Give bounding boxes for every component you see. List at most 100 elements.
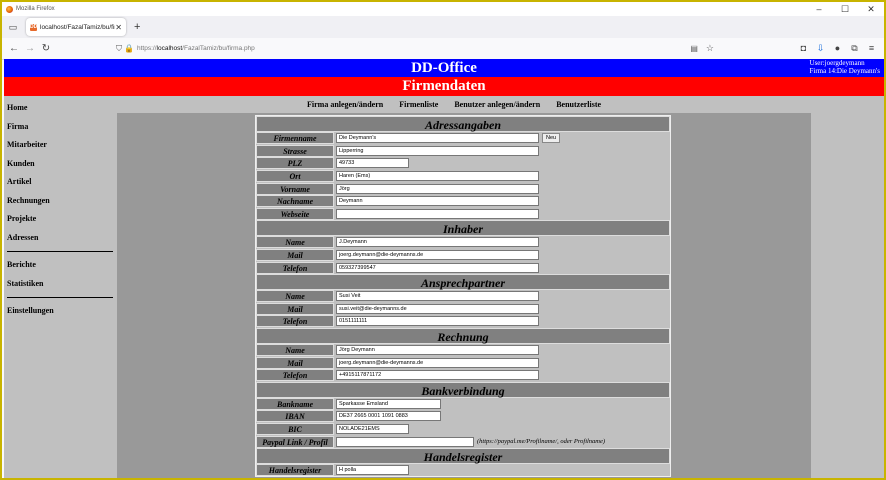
inhaber-telefon-label: Telefon	[256, 261, 334, 274]
lock-icon[interactable]: 🔒	[124, 44, 134, 53]
tab-title: localhost/FazalTamiz/bu/firma	[40, 23, 115, 31]
new-tab-icon[interactable]: +	[134, 21, 140, 33]
bic-input[interactable]: NOLADE21EMS	[336, 423, 409, 434]
forward-icon[interactable]: →	[22, 43, 38, 54]
neu-button[interactable]: Neu	[542, 133, 561, 144]
ansprech-name-label: Name	[256, 290, 334, 303]
bankname-input[interactable]: Sparkasse Emsland	[336, 398, 441, 409]
inhaber-name-input[interactable]: J.Deymann	[336, 237, 539, 248]
navigation-bar: ← → ↻ ⛉ 🔒 https://localhost/FazalTamiz/b…	[2, 38, 884, 60]
sidebar-item-firma[interactable]: Firma	[4, 118, 115, 137]
bookmark-star-icon[interactable]: ☆	[706, 43, 714, 54]
minimize-icon[interactable]: –	[806, 4, 832, 15]
menu-icon[interactable]: ≡	[863, 43, 880, 54]
maximize-icon[interactable]: ☐	[832, 4, 858, 15]
webseite-input[interactable]	[336, 208, 539, 219]
ansprech-name-input[interactable]: Susi Veit	[336, 291, 539, 302]
paypal-label: Paypal Link / Profil	[256, 435, 334, 448]
extensions-icon[interactable]: ⧉	[846, 43, 863, 54]
sidebar: Home Firma Mitarbeiter Kunden Artikel Re…	[4, 96, 115, 478]
inhaber-name-label: Name	[256, 236, 334, 249]
iban-input[interactable]: DE37 2665 0001 1091 0883	[336, 411, 441, 422]
section-ansprechpartner: Ansprechpartner	[256, 273, 670, 290]
reload-icon[interactable]: ↻	[38, 43, 54, 54]
section-handelsregister: Handelsregister	[256, 447, 670, 464]
section-bankverbindung: Bankverbindung	[256, 381, 670, 398]
iban-label: IBAN	[256, 410, 334, 423]
sidebar-item-artikel[interactable]: Artikel	[4, 173, 115, 192]
nachname-label: Nachname	[256, 195, 334, 208]
sidebar-item-rechnungen[interactable]: Rechnungen	[4, 192, 115, 211]
browser-window: Mozilla Firefox – ☐ ✕ ▭ DD localhost/Faz…	[0, 0, 886, 480]
menu-benutzer-anlegen[interactable]: Benutzer anlegen/ändern	[454, 96, 540, 113]
url-text[interactable]: https://localhost/FazalTamiz/bu/firma.ph…	[137, 45, 255, 52]
sidebar-item-einstellungen[interactable]: Einstellungen	[4, 302, 115, 321]
firm-line: Firma 14:Die Deymann's	[809, 67, 880, 75]
page-title: Firmendaten	[4, 77, 884, 96]
paypal-hint: (https://paypal.me/Profilname/, oder Pro…	[477, 438, 606, 446]
inhaber-mail-input[interactable]: joerg.deymann@die-deymanns.de	[336, 250, 539, 261]
menu-firmenliste[interactable]: Firmenliste	[399, 96, 438, 113]
plz-label: PLZ	[256, 157, 334, 170]
rechnung-telefon-label: Telefon	[256, 369, 334, 382]
top-menu: Firma anlegen/ändern Firmenliste Benutze…	[115, 96, 884, 113]
shield-icon[interactable]: ⛉	[114, 44, 124, 54]
firmenname-label: Firmenname	[256, 132, 334, 145]
app-title: DD-Office	[411, 60, 477, 76]
url-bar[interactable]: ⛉ 🔒 https://localhost/FazalTamiz/bu/firm…	[114, 41, 714, 57]
ansprech-telefon-input[interactable]: 0151111111	[336, 316, 539, 327]
webseite-label: Webseite	[256, 207, 334, 220]
sidebar-item-berichte[interactable]: Berichte	[4, 256, 115, 275]
rechnung-mail-label: Mail	[256, 356, 334, 369]
back-icon[interactable]: ←	[6, 43, 22, 54]
tab-strip: ▭ DD localhost/FazalTamiz/bu/firma ✕ +	[2, 16, 884, 38]
firmenname-input[interactable]: Die Deymann's	[336, 133, 539, 144]
handelsregister-input[interactable]: H polla	[336, 465, 409, 476]
tab-active[interactable]: DD localhost/FazalTamiz/bu/firma ✕	[26, 18, 126, 36]
content-area: Adressangaben Firmenname Die Deymann's N…	[117, 113, 811, 478]
section-adressangaben: Adressangaben	[256, 116, 670, 132]
pocket-icon[interactable]: ◘	[795, 43, 812, 54]
page-content: DD-Office User:joergdeymann Firma 14:Die…	[4, 59, 884, 478]
sidebar-item-projekte[interactable]: Projekte	[4, 210, 115, 229]
ort-label: Ort	[256, 170, 334, 183]
vorname-input[interactable]: Jörg	[336, 183, 539, 194]
rechnung-name-label: Name	[256, 344, 334, 357]
close-window-icon[interactable]: ✕	[858, 4, 884, 15]
section-rechnung: Rechnung	[256, 327, 670, 344]
vorname-label: Vorname	[256, 182, 334, 195]
paypal-input[interactable]	[336, 436, 474, 447]
nachname-input[interactable]: Deymann	[336, 196, 539, 207]
strasse-label: Strasse	[256, 144, 334, 157]
inhaber-telefon-input[interactable]: 059327399547	[336, 262, 539, 273]
sidebar-item-kunden[interactable]: Kunden	[4, 155, 115, 174]
handelsregister-label: Handelsregister	[256, 464, 334, 477]
tab-list-icon[interactable]: ▭	[6, 22, 20, 33]
ansprech-telefon-label: Telefon	[256, 315, 334, 328]
ort-input[interactable]: Haren (Ems)	[336, 171, 539, 182]
close-tab-icon[interactable]: ✕	[115, 23, 122, 32]
menu-benutzerliste[interactable]: Benutzerliste	[556, 96, 601, 113]
firefox-logo-icon	[6, 5, 13, 13]
plz-input[interactable]: 49733	[336, 158, 409, 169]
app-header: DD-Office User:joergdeymann Firma 14:Die…	[4, 59, 884, 77]
sidebar-item-statistiken[interactable]: Statistiken	[4, 275, 115, 294]
reader-view-icon[interactable]: ▤	[690, 44, 698, 53]
window-title: Mozilla Firefox	[16, 6, 55, 12]
section-inhaber: Inhaber	[256, 220, 670, 237]
rechnung-mail-input[interactable]: joerg.deymann@die-deymanns.de	[336, 357, 539, 368]
sidebar-item-mitarbeiter[interactable]: Mitarbeiter	[4, 136, 115, 155]
download-icon[interactable]: ⇩	[812, 43, 829, 54]
strasse-input[interactable]: Lipperring	[336, 145, 539, 156]
account-icon[interactable]: ●	[829, 43, 846, 54]
window-titlebar: Mozilla Firefox – ☐ ✕	[2, 2, 884, 16]
rechnung-telefon-input[interactable]: +4915117871172	[336, 370, 539, 381]
ansprech-mail-label: Mail	[256, 302, 334, 315]
sidebar-item-adressen[interactable]: Adressen	[4, 229, 115, 248]
rechnung-name-input[interactable]: Jörg Deymann	[336, 345, 539, 356]
ansprech-mail-input[interactable]: susi.veit@die-deymanns.de	[336, 303, 539, 314]
user-line: User:joergdeymann	[809, 59, 865, 67]
user-info: User:joergdeymann Firma 14:Die Deymann's	[810, 59, 880, 75]
sidebar-item-home[interactable]: Home	[4, 99, 115, 118]
menu-firma-anlegen[interactable]: Firma anlegen/ändern	[307, 96, 383, 113]
